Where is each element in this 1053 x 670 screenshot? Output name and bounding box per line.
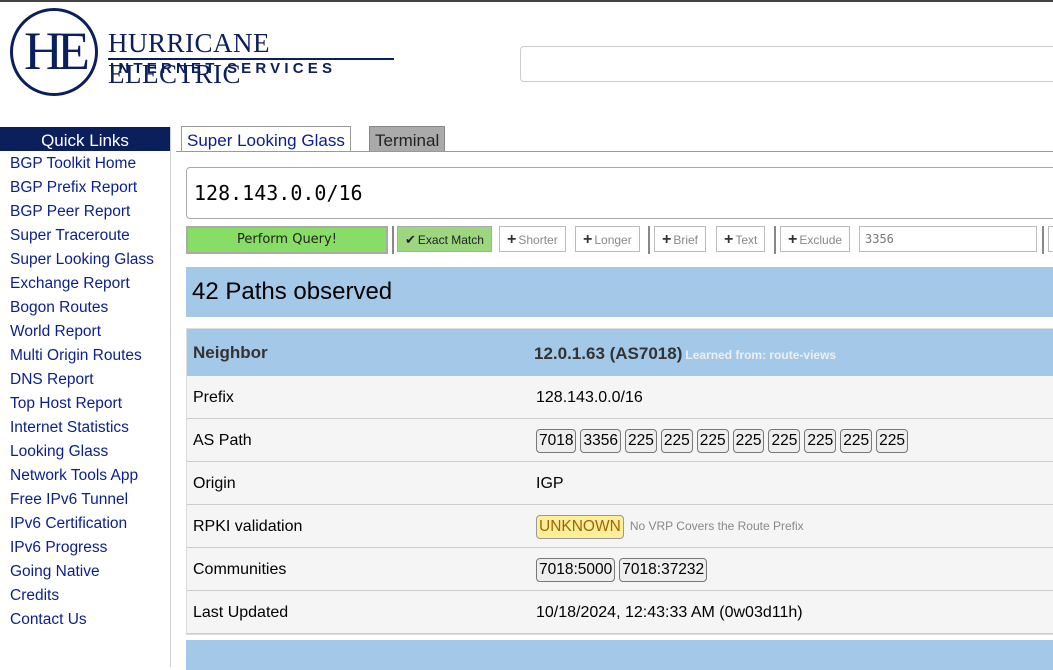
table-row: RPKI validation UNKNOWN No VRP Covers the… (187, 505, 1053, 548)
neighbor-value: 12.0.1.63 (AS7018) Learned from: route-vi… (534, 329, 836, 380)
origin-value: IGP (536, 475, 564, 492)
logo-mark: HE (24, 21, 90, 81)
extra-option-button[interactable] (1048, 226, 1053, 252)
table-row: Origin IGP (187, 462, 1053, 505)
as-path-value: 7018 3356 225 225 225 225 225 225 225 225 (536, 419, 912, 462)
table-row: Last Updated 10/18/2024, 12:43:33 AM (0w… (187, 591, 1053, 634)
rpki-status-badge: UNKNOWN (536, 514, 624, 539)
perform-query-button[interactable]: Perform Query! (186, 226, 388, 254)
as-path-chip[interactable]: 225 (768, 428, 801, 453)
plus-icon: + (583, 231, 593, 248)
tab-super-looking-glass[interactable]: Super Looking Glass (181, 126, 351, 152)
text-label: Text (735, 233, 758, 247)
sidebar-item-exchange-report[interactable]: Exchange Report (0, 272, 170, 296)
neighbor-header-row: Neighbor 12.0.1.63 (AS7018) Learned from:… (187, 329, 1053, 376)
as-path-chip[interactable]: 225 (804, 428, 837, 453)
community-chip: 7018:37232 (619, 557, 708, 582)
query-options-bar: Perform Query! ✔ Exact Match + Shorter + Lo… (186, 226, 1053, 254)
rpki-value: UNKNOWN No VRP Covers the Route Prefix (536, 505, 804, 548)
as-path-chip[interactable]: 225 (696, 428, 729, 453)
check-icon: ✔ (405, 232, 416, 247)
neighbor-label: Neighbor (193, 343, 268, 362)
rpki-note: No VRP Covers the Route Prefix (629, 519, 804, 534)
paths-observed-header: 42 Paths observed (186, 267, 1053, 317)
sidebar-item-looking-glass[interactable]: Looking Glass (0, 440, 170, 464)
brief-toggle[interactable]: + Brief (654, 226, 707, 252)
longer-label: Longer (594, 233, 632, 247)
site-search-input[interactable] (520, 46, 1053, 82)
prefix-label: Prefix (193, 389, 234, 406)
sidebar-item-bgp-prefix-report[interactable]: BGP Prefix Report (0, 176, 170, 200)
exclude-toggle[interactable]: + Exclude (780, 226, 851, 252)
sidebar-item-super-traceroute[interactable]: Super Traceroute (0, 224, 170, 248)
communities-value: 7018:5000 7018:37232 (536, 548, 711, 591)
longer-toggle[interactable]: + Longer (575, 226, 640, 252)
sidebar-item-going-native[interactable]: Going Native (0, 560, 170, 584)
sidebar-item-bogon-routes[interactable]: Bogon Routes (0, 296, 170, 320)
exact-match-toggle[interactable]: ✔ Exact Match (397, 226, 492, 252)
as-path-chip[interactable]: 225 (732, 428, 765, 453)
separator (774, 226, 776, 254)
shorter-label: Shorter (518, 233, 558, 247)
sidebar-item-internet-statistics[interactable]: Internet Statistics (0, 416, 170, 440)
plus-icon: + (724, 231, 734, 248)
sidebar-item-super-looking-glass[interactable]: Super Looking Glass (0, 248, 170, 272)
sidebar-item-multi-origin-routes[interactable]: Multi Origin Routes (0, 344, 170, 368)
as-path-chip[interactable]: 225 (840, 428, 873, 453)
top-border (0, 0, 1053, 2)
exclude-asn-input[interactable]: 3356 (859, 226, 1037, 252)
text-toggle[interactable]: + Text (716, 226, 766, 252)
last-updated-label: Last Updated (193, 604, 289, 621)
separator (1042, 226, 1044, 254)
prefix-value: 128.143.0.0/16 (536, 389, 643, 406)
brief-label: Brief (673, 233, 699, 247)
community-chip: 7018:5000 (536, 557, 616, 582)
as-path-chip[interactable]: 7018 (536, 428, 577, 453)
sidebar-item-ipv6-certification[interactable]: IPv6 Certification (0, 512, 170, 536)
tab-terminal[interactable]: Terminal (369, 126, 446, 152)
shorter-toggle[interactable]: + Shorter (499, 226, 566, 252)
sidebar-item-top-host-report[interactable]: Top Host Report (0, 392, 170, 416)
sidebar-item-bgp-toolkit-home[interactable]: BGP Toolkit Home (0, 152, 170, 176)
sidebar-item-dns-report[interactable]: DNS Report (0, 368, 170, 392)
neighbor-table: Neighbor 12.0.1.63 (AS7018) Learned from:… (186, 328, 1053, 635)
separator (392, 226, 394, 254)
sidebar-item-contact-us[interactable]: Contact Us (0, 608, 170, 632)
table-row: AS Path 7018 3356 225 225 225 225 225 225 225 225 (187, 419, 1053, 462)
plus-icon: + (507, 231, 517, 248)
as-path-chip[interactable]: 225 (624, 428, 657, 453)
communities-label: Communities (193, 561, 287, 578)
plus-icon: + (788, 231, 798, 248)
as-path-chip[interactable]: 225 (660, 428, 693, 453)
next-neighbor-header (186, 640, 1053, 670)
quick-links-sidebar: Quick Links BGP Toolkit Home BGP Prefix … (0, 127, 171, 667)
separator (648, 226, 650, 254)
as-path-label: AS Path (193, 432, 252, 449)
plus-icon: + (662, 231, 672, 248)
sidebar-item-ipv6-progress[interactable]: IPv6 Progress (0, 536, 170, 560)
rpki-label: RPKI validation (193, 518, 303, 535)
last-updated-value: 10/18/2024, 12:43:33 AM (0w03d11h) (536, 604, 803, 621)
he-logo[interactable]: HE HURRICANE ELECTRIC INTERNET SERVICES (10, 8, 400, 98)
table-row: Prefix 128.143.0.0/16 (187, 376, 1053, 419)
as-path-chip[interactable]: 225 (876, 428, 908, 453)
exact-match-label: Exact Match (417, 233, 484, 247)
neighbor-address[interactable]: 12.0.1.63 (AS7018) (534, 344, 682, 363)
origin-label: Origin (193, 475, 236, 492)
sidebar-title: Quick Links (0, 127, 170, 151)
logo-subtitle: INTERNET SERVICES (110, 60, 337, 77)
table-row: Communities 7018:5000 7018:37232 (187, 548, 1053, 591)
as-path-chip[interactable]: 3356 (580, 428, 621, 453)
sidebar-item-world-report[interactable]: World Report (0, 320, 170, 344)
sidebar-item-bgp-peer-report[interactable]: BGP Peer Report (0, 200, 170, 224)
query-input[interactable]: 128.143.0.0/16 (186, 167, 1053, 219)
sidebar-item-network-tools-app[interactable]: Network Tools App (0, 464, 170, 488)
sidebar-item-free-ipv6-tunnel[interactable]: Free IPv6 Tunnel (0, 488, 170, 512)
sidebar-item-credits[interactable]: Credits (0, 584, 170, 608)
learned-from: Learned from: route-views (685, 348, 837, 362)
exclude-label: Exclude (799, 233, 843, 247)
tab-underline (176, 151, 1053, 152)
